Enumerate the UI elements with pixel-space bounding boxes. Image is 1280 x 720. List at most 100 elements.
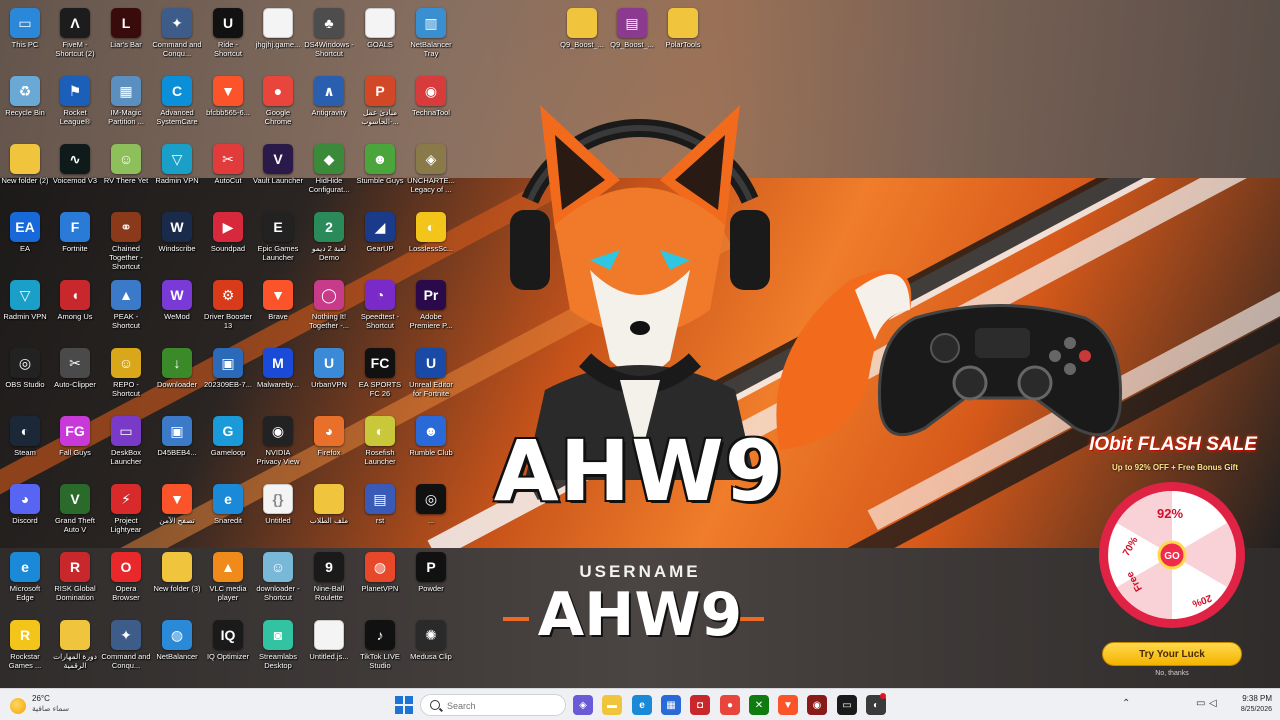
desktop-shortcut[interactable]: M Malwareby...: [253, 344, 303, 410]
desktop-shortcut[interactable]: FC EA SPORTS FC 26: [355, 344, 405, 410]
desktop-shortcut[interactable]: C Advanced SystemCare: [152, 72, 202, 138]
chevron-up-icon[interactable]: ⌃: [1122, 698, 1130, 709]
desktop-shortcut[interactable]: Q9_Boost_...: [557, 4, 607, 70]
desktop-shortcut[interactable]: ◉ NVIDIA Privacy View: [253, 412, 303, 478]
try-your-luck-button[interactable]: Try Your Luck: [1102, 642, 1242, 666]
desktop-shortcut[interactable]: ☺ REPO - Shortcut: [101, 344, 151, 410]
desktop-shortcut[interactable]: W WeMod: [152, 276, 202, 342]
desktop-shortcut[interactable]: G Gameloop: [203, 412, 253, 478]
desktop-shortcut[interactable]: U Ride - Shortcut: [203, 4, 253, 70]
desktop-shortcut[interactable]: ⚙ Driver Booster 13: [203, 276, 253, 342]
desktop-shortcut[interactable]: L Liar's Bar: [101, 4, 151, 70]
desktop-shortcut[interactable]: ◙ Streamlabs Desktop: [253, 616, 303, 682]
desktop-shortcut[interactable]: ◆ HidHide Configurat...: [304, 140, 354, 206]
desktop-shortcut[interactable]: ▼ تصفح الآمن: [152, 480, 202, 546]
desktop-shortcut[interactable]: ◉ TechnaTool: [406, 72, 456, 138]
chrome-icon[interactable]: ●: [720, 695, 740, 715]
desktop-shortcut[interactable]: ⚑ Rocket League®: [50, 72, 100, 138]
desktop-shortcut[interactable]: e Snaredit: [203, 480, 253, 546]
wheel-center-label[interactable]: GO: [1164, 551, 1180, 562]
desktop-shortcut[interactable]: Pr Adobe Premiere P...: [406, 276, 456, 342]
volume-icon[interactable]: ◁: [1209, 698, 1217, 709]
desktop-shortcut[interactable]: ◐ Rosefish Launcher: [355, 412, 405, 478]
microsoft-store-icon[interactable]: ▦: [661, 695, 681, 715]
desktop-shortcut[interactable]: R RISK Global Domination: [50, 548, 100, 614]
desktop-shortcut[interactable]: EA EA: [0, 208, 50, 274]
edge-icon[interactable]: e: [632, 695, 652, 715]
desktop-shortcut[interactable]: ◐ LosslessSc...: [406, 208, 456, 274]
desktop-shortcut[interactable]: ↓ Downloader: [152, 344, 202, 410]
search-input[interactable]: [447, 698, 557, 713]
desktop-shortcut[interactable]: ◐ Steam: [0, 412, 50, 478]
desktop-shortcut[interactable]: U Unreal Editor for Fortnite: [406, 344, 456, 410]
desktop-shortcut[interactable]: دورة المهارات الرقمية: [50, 616, 100, 682]
desktop-shortcut[interactable]: ∿ Voicemod V3: [50, 140, 100, 206]
xbox-icon[interactable]: ✕: [749, 695, 769, 715]
desktop-shortcut[interactable]: GOALS: [355, 4, 405, 70]
desktop-shortcut[interactable]: ♣ DS4Windows - Shortcut: [304, 4, 354, 70]
desktop-shortcut[interactable]: ◍ NetBalancer: [152, 616, 202, 682]
desktop-shortcut[interactable]: ▥ NetBalancer Tray: [406, 4, 456, 70]
desktop-shortcut[interactable]: ملف الطلاب: [304, 480, 354, 546]
brave-icon[interactable]: ▼: [778, 695, 798, 715]
desktop-shortcut[interactable]: ☺ RV There Yet: [101, 140, 151, 206]
desktop-shortcut[interactable]: {} Untitled: [253, 480, 303, 546]
app-icon[interactable]: ◘: [690, 695, 710, 715]
desktop-shortcut[interactable]: ◕ Discord: [0, 480, 50, 546]
desktop-shortcut[interactable]: E Epic Games Launcher: [253, 208, 303, 274]
terminal-icon[interactable]: ▭: [837, 695, 857, 715]
desktop-shortcut[interactable]: e Microsoft Edge: [0, 548, 50, 614]
desktop-shortcut[interactable]: ⚡ Project Lightyear: [101, 480, 151, 546]
desktop-shortcut[interactable]: ✂ Auto-Clipper: [50, 344, 100, 410]
desktop-shortcut[interactable]: R Rockstar Games ...: [0, 616, 50, 682]
desktop-shortcut[interactable]: jhgjhj.game...: [253, 4, 303, 70]
desktop-shortcut[interactable]: ▲ VLC media player: [203, 548, 253, 614]
desktop-shortcut[interactable]: ▽ Radmin VPN: [0, 276, 50, 342]
desktop-shortcut[interactable]: U UrbanVPN: [304, 344, 354, 410]
desktop-shortcut[interactable]: ◔ Speedtest - Shortcut: [355, 276, 405, 342]
desktop-shortcut[interactable]: ▣ 202309EB-7...: [203, 344, 253, 410]
desktop-shortcut[interactable]: 9 Nine-Ball Roulette: [304, 548, 354, 614]
desktop-shortcut[interactable]: ◕ Firefox: [304, 412, 354, 478]
desktop-shortcut[interactable]: PolarTools: [658, 4, 708, 70]
copilot-icon[interactable]: ◈: [573, 695, 593, 715]
file-explorer-icon[interactable]: ▬: [602, 695, 622, 715]
desktop-shortcut[interactable]: W Windscribe: [152, 208, 202, 274]
desktop-shortcut[interactable]: ▼ bfcbb565-6...: [203, 72, 253, 138]
desktop-shortcut[interactable]: ☻ Rumble Club: [406, 412, 456, 478]
desktop-shortcut[interactable]: V Vault Launcher: [253, 140, 303, 206]
desktop-shortcut[interactable]: ◎ OBS Studio: [0, 344, 50, 410]
desktop-shortcut[interactable]: F Fortnite: [50, 208, 100, 274]
desktop-shortcut[interactable]: ▽ Radmin VPN: [152, 140, 202, 206]
desktop-shortcut[interactable]: ◯ Nothing It! Together -...: [304, 276, 354, 342]
desktop-shortcut[interactable]: ☺ downloader - Shortcut: [253, 548, 303, 614]
desktop-shortcut[interactable]: ☻ Stumble Guys: [355, 140, 405, 206]
desktop-shortcut[interactable]: ▣ D45BEB4...: [152, 412, 202, 478]
desktop-shortcut[interactable]: ◎...: [406, 480, 456, 546]
desktop-shortcut[interactable]: ∧ Antigravity: [304, 72, 354, 138]
desktop-shortcut[interactable]: ▼ Brave: [253, 276, 303, 342]
desktop-shortcut[interactable]: V Grand Theft Auto V: [50, 480, 100, 546]
desktop-shortcut[interactable]: ▤ Q9_Boost_...: [607, 4, 657, 70]
desktop-shortcut[interactable]: P Powder: [406, 548, 456, 614]
desktop-shortcut[interactable]: IQ IQ Optimizer: [203, 616, 253, 682]
desktop-shortcut[interactable]: ✦ Command and Conqu...: [152, 4, 202, 70]
desktop-shortcut[interactable]: O Opera Browser: [101, 548, 151, 614]
desktop-shortcut[interactable]: ♪ TikTok LIVE Studio: [355, 616, 405, 682]
desktop-shortcut[interactable]: ▤ rst: [355, 480, 405, 546]
desktop-shortcut[interactable]: ✺ Medusa Clip: [406, 616, 456, 682]
desktop-shortcut[interactable]: ▲ PEAK - Shortcut: [101, 276, 151, 342]
start-button[interactable]: [395, 696, 413, 714]
desktop-shortcut[interactable]: Λ FiveM - Shortcut (2): [50, 4, 100, 70]
desktop-shortcut[interactable]: ♻ Recycle Bin: [0, 72, 50, 138]
desktop-shortcut[interactable]: P مبادئ عمل الحاسوب-...: [355, 72, 405, 138]
game-launcher-icon[interactable]: ◉: [807, 695, 827, 715]
desktop-shortcut[interactable]: ✂ AutoCut: [203, 140, 253, 206]
desktop-shortcut[interactable]: FG Fall Guys: [50, 412, 100, 478]
desktop-shortcut[interactable]: 2 لعبة 2 ديمو Demo: [304, 208, 354, 274]
taskbar-search[interactable]: [420, 694, 566, 716]
desktop-shortcut[interactable]: ● Google Chrome: [253, 72, 303, 138]
desktop-shortcut[interactable]: ▶ Soundpad: [203, 208, 253, 274]
desktop-shortcut[interactable]: ▭ This PC: [0, 4, 50, 70]
desktop-shortcut[interactable]: ✦ Command and Conqu...: [101, 616, 151, 682]
